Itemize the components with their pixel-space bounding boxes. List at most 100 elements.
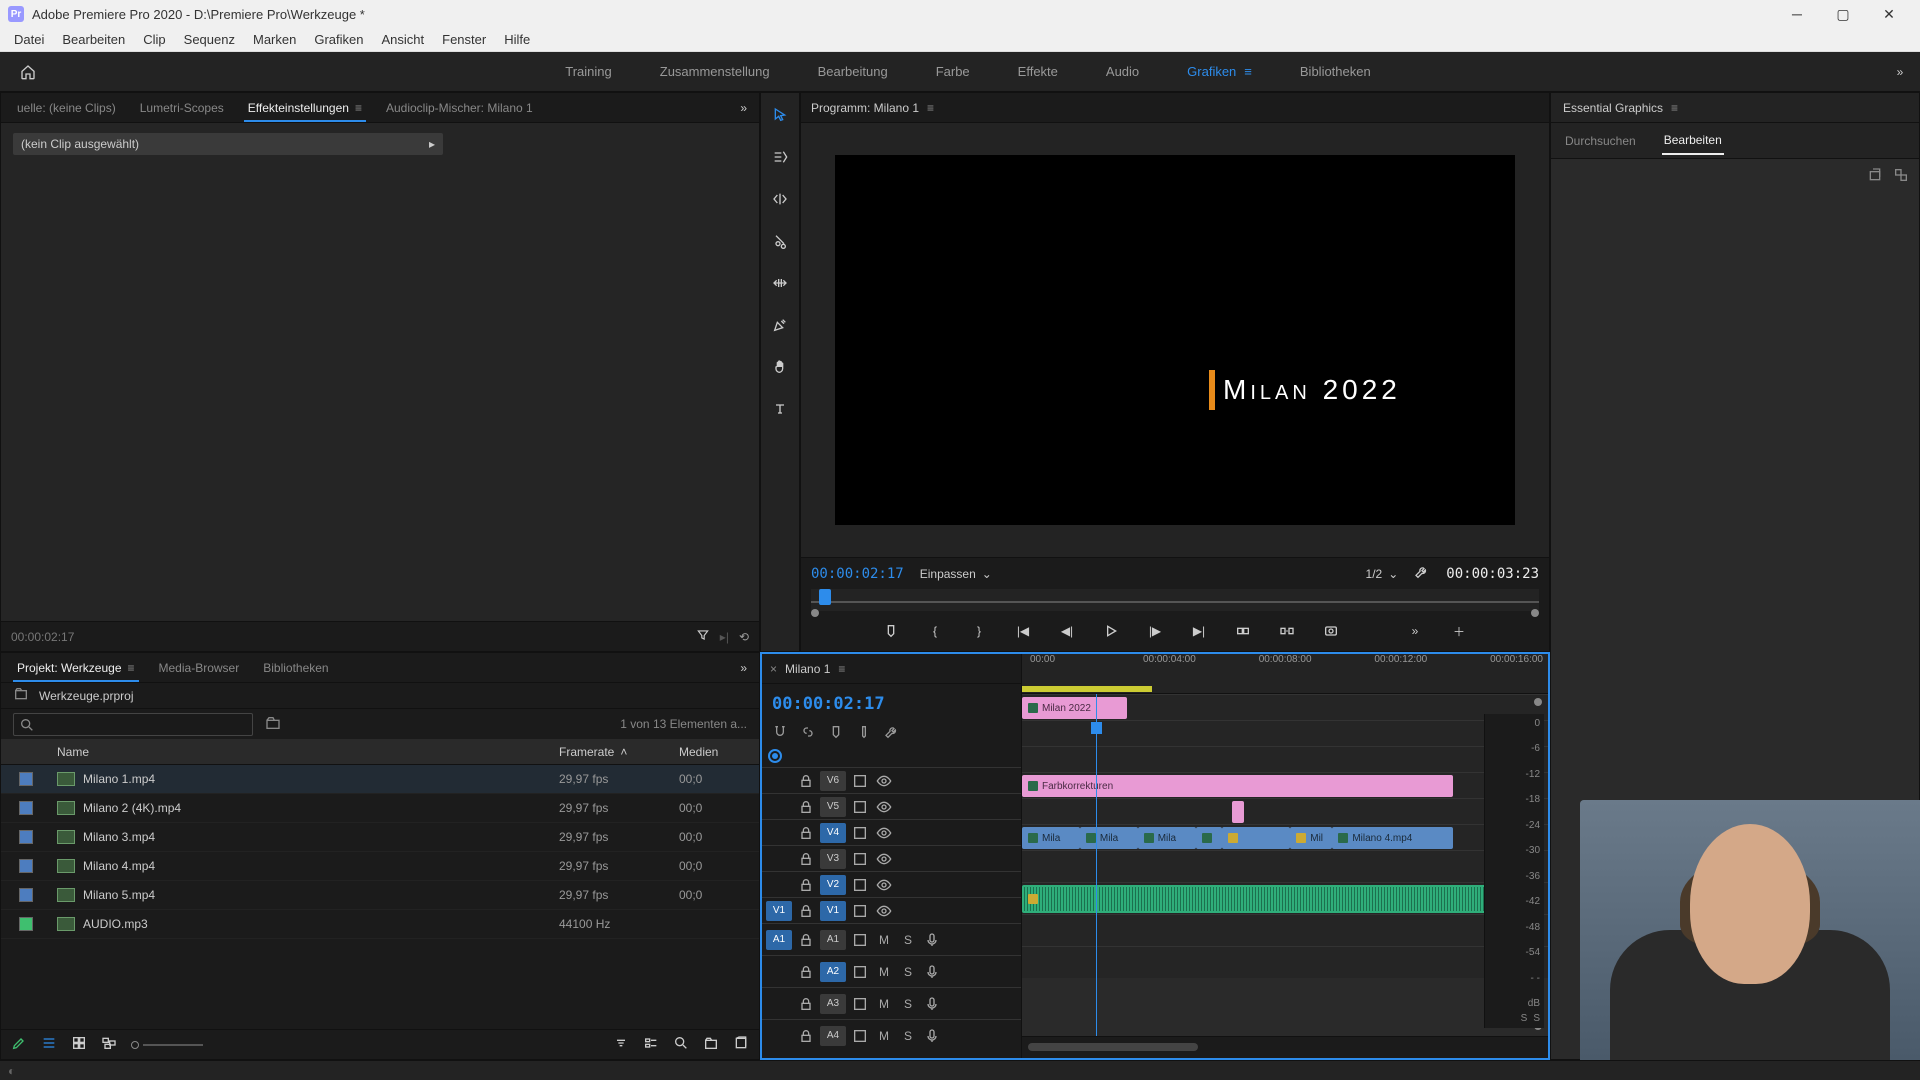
lock-icon[interactable]: [796, 877, 816, 893]
solo-s[interactable]: S: [1533, 1013, 1540, 1024]
workspace-zusammenstellung[interactable]: Zusammenstellung: [660, 52, 770, 91]
clip-v1[interactable]: Mila: [1022, 827, 1080, 849]
panel-menu-icon[interactable]: ≡: [1671, 101, 1678, 115]
type-tool-icon[interactable]: [766, 395, 794, 423]
mute-button[interactable]: M: [874, 1029, 894, 1043]
freeform-view-icon[interactable]: [101, 1035, 117, 1054]
tabs-overflow-icon[interactable]: »: [732, 661, 755, 675]
col-framerate[interactable]: Framerate˄: [559, 745, 679, 759]
menu-clip[interactable]: Clip: [135, 30, 173, 49]
home-icon[interactable]: [0, 52, 56, 91]
label-swatch[interactable]: [19, 888, 33, 902]
fx-toggle-icon[interactable]: [850, 825, 870, 841]
mute-button[interactable]: M: [874, 997, 894, 1011]
step-back-icon[interactable]: ◀|: [1055, 619, 1079, 643]
lock-icon[interactable]: [796, 851, 816, 867]
table-row[interactable]: Milano 1.mp4 29,97 fps 00;0: [1, 765, 759, 794]
search-input[interactable]: [13, 713, 253, 736]
workspace-grafiken[interactable]: Grafiken≡: [1187, 52, 1252, 91]
clip-v1[interactable]: Milano 4.mp4: [1332, 827, 1453, 849]
ripple-edit-tool-icon[interactable]: [766, 185, 794, 213]
track-target[interactable]: A1: [820, 930, 846, 950]
clip-transition[interactable]: [1232, 801, 1244, 823]
table-row[interactable]: AUDIO.mp3 44100 Hz: [1, 910, 759, 939]
track-target[interactable]: V3: [820, 849, 846, 869]
solo-button[interactable]: S: [898, 933, 918, 947]
fx-toggle-icon[interactable]: [850, 903, 870, 919]
clip-v1[interactable]: Mila: [1080, 827, 1138, 849]
eye-icon[interactable]: [874, 877, 894, 893]
group-icon[interactable]: [1893, 167, 1909, 186]
close-button[interactable]: ✕: [1866, 0, 1912, 28]
linked-selection-icon[interactable]: [800, 724, 816, 743]
lock-icon[interactable]: [796, 932, 816, 948]
fit-dropdown[interactable]: Einpassen⌄: [920, 567, 992, 581]
mark-in-icon[interactable]: {: [923, 619, 947, 643]
sort-icon[interactable]: [613, 1035, 629, 1054]
track-target[interactable]: A4: [820, 1026, 846, 1046]
work-area-bar[interactable]: [1022, 686, 1152, 692]
pen-tool-icon[interactable]: [766, 311, 794, 339]
lock-icon[interactable]: [796, 1028, 816, 1044]
automate-to-sequence-icon[interactable]: [643, 1035, 659, 1054]
pen-icon[interactable]: [11, 1035, 27, 1054]
track-target[interactable]: A2: [820, 962, 846, 982]
video-track-header[interactable]: V3: [762, 845, 1021, 871]
track-target[interactable]: V4: [820, 823, 846, 843]
tab-media-browser[interactable]: Media-Browser: [147, 655, 252, 681]
panel-menu-icon[interactable]: ≡: [838, 662, 845, 676]
workspace-farbe[interactable]: Farbe: [936, 52, 970, 91]
clip-v1[interactable]: Mil: [1290, 827, 1332, 849]
source-patch[interactable]: [766, 875, 792, 895]
list-view-icon[interactable]: [41, 1035, 57, 1054]
lift-icon[interactable]: [1231, 619, 1255, 643]
icon-view-icon[interactable]: [71, 1035, 87, 1054]
new-bin-icon[interactable]: [703, 1035, 719, 1054]
tab-bibliotheken[interactable]: Bibliotheken: [251, 655, 340, 681]
workspace-effekte[interactable]: Effekte: [1018, 52, 1058, 91]
voice-record-icon[interactable]: [922, 964, 942, 980]
menu-marken[interactable]: Marken: [245, 30, 304, 49]
fx-toggle-icon[interactable]: [850, 1028, 870, 1044]
eye-icon[interactable]: [874, 851, 894, 867]
table-row[interactable]: Milano 3.mp4 29,97 fps 00;0: [1, 823, 759, 852]
video-track-header[interactable]: V4: [762, 819, 1021, 845]
solo-button[interactable]: S: [898, 1029, 918, 1043]
video-track-header[interactable]: V5: [762, 793, 1021, 819]
program-viewer[interactable]: Milan 2022: [801, 123, 1549, 557]
step-back-icon[interactable]: ▸|: [720, 630, 729, 644]
menu-sequenz[interactable]: Sequenz: [176, 30, 243, 49]
expand-icon[interactable]: ▸: [429, 137, 435, 151]
panel-menu-icon[interactable]: ≡: [927, 101, 934, 115]
menu-fenster[interactable]: Fenster: [434, 30, 494, 49]
close-seq-icon[interactable]: ×: [770, 662, 777, 676]
tab-source[interactable]: uelle: (keine Clips): [5, 95, 128, 121]
panel-menu-icon[interactable]: ≡: [128, 661, 135, 675]
source-patch[interactable]: [766, 994, 792, 1014]
workspace-training[interactable]: Training: [565, 52, 611, 91]
solo-s[interactable]: S: [1521, 1013, 1528, 1024]
fx-toggle-icon[interactable]: [850, 773, 870, 789]
audio-track-header[interactable]: A2 M S: [762, 955, 1021, 987]
timeline-tracks[interactable]: Milan 2022 Farbkorrekturen Mila Mila Mil…: [1022, 694, 1548, 1036]
add-button-icon[interactable]: ＋: [1447, 619, 1471, 643]
timeline-zoom-scrollbar[interactable]: [1028, 1043, 1198, 1051]
mute-button[interactable]: M: [874, 933, 894, 947]
col-name[interactable]: Name: [51, 745, 559, 759]
goto-out-icon[interactable]: ▶|: [1187, 619, 1211, 643]
extract-icon[interactable]: [1275, 619, 1299, 643]
tabs-overflow-icon[interactable]: »: [732, 101, 755, 115]
goto-in-icon[interactable]: |◀: [1011, 619, 1035, 643]
add-marker-icon[interactable]: [879, 619, 903, 643]
label-swatch[interactable]: [19, 917, 33, 931]
fx-toggle-icon[interactable]: [850, 996, 870, 1012]
menu-grafiken[interactable]: Grafiken: [306, 30, 371, 49]
out-point-handle[interactable]: [1531, 609, 1539, 617]
video-track-header[interactable]: V6: [762, 767, 1021, 793]
source-patch[interactable]: [766, 1026, 792, 1046]
fx-toggle-icon[interactable]: [850, 851, 870, 867]
tab-effekteinstellungen[interactable]: Effekteinstellungen≡: [236, 95, 374, 121]
audio-track-header[interactable]: A4 M S: [762, 1019, 1021, 1051]
new-item-icon[interactable]: [733, 1035, 749, 1054]
track-target[interactable]: V2: [820, 875, 846, 895]
